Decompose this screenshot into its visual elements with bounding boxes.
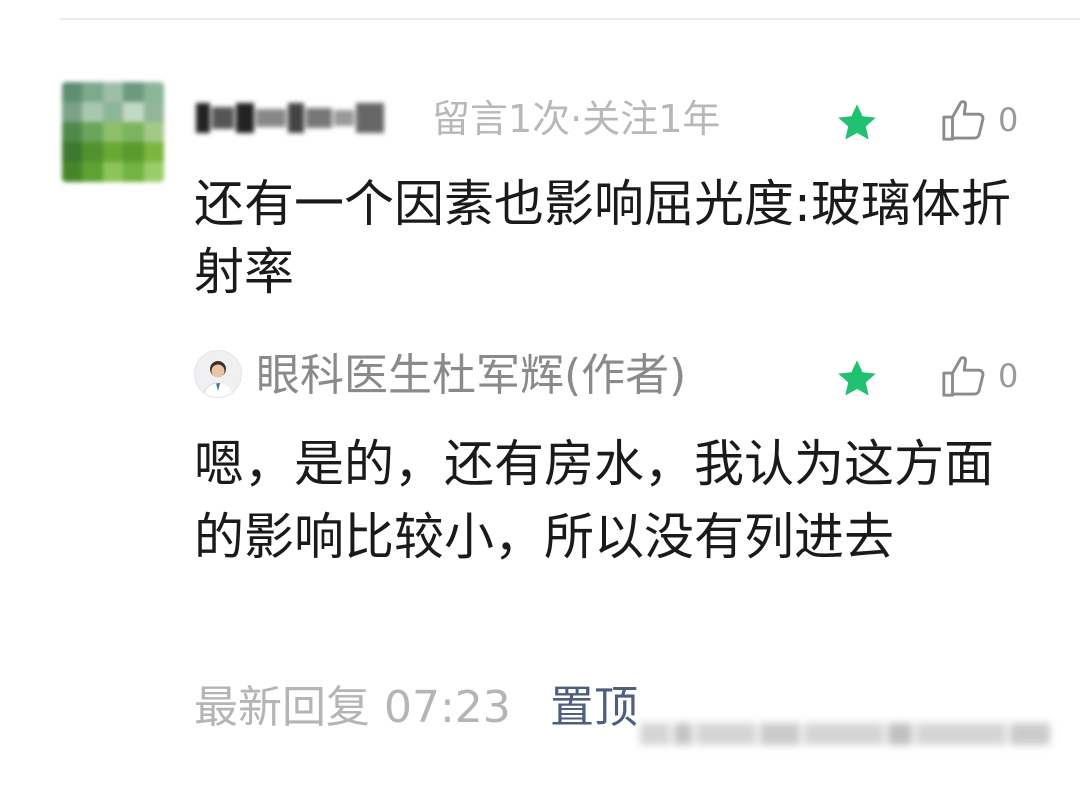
star-icon[interactable] bbox=[834, 100, 880, 146]
comment-text: 还有一个因素也影响屈光度:玻璃体折射率 bbox=[194, 175, 1011, 301]
pin-button[interactable]: 置顶 bbox=[550, 680, 638, 736]
author-avatar[interactable] bbox=[194, 350, 242, 398]
thumbs-up-icon bbox=[942, 356, 985, 397]
commenter-name-redacted bbox=[196, 95, 396, 141]
author-name: 眼科医生杜军辉(作者) bbox=[256, 350, 687, 401]
commenter-avatar[interactable] bbox=[62, 82, 164, 182]
like-count: 0 bbox=[998, 101, 1019, 139]
reply-timestamp: 最新回复 07:23 bbox=[194, 682, 511, 733]
star-icon[interactable] bbox=[834, 356, 880, 402]
commenter-meta: 留言1次·关注1年 bbox=[432, 97, 721, 141]
reply-text: 嗯，是的，还有房水，我认为这方面的影响比较小，所以没有列进去 bbox=[194, 435, 994, 566]
reply-like-count: 0 bbox=[998, 357, 1019, 395]
thumbs-up-icon bbox=[942, 100, 985, 141]
divider bbox=[60, 18, 1080, 20]
reply-like-button[interactable]: 0 bbox=[940, 352, 1018, 400]
watermark-redacted bbox=[640, 714, 1050, 754]
comment-thread: 留言1次·关注1年 0 还有一个因素也影响屈光度:玻璃体折射率 眼科医生杜军辉(… bbox=[0, 0, 1080, 788]
like-button[interactable]: 0 bbox=[940, 96, 1018, 144]
